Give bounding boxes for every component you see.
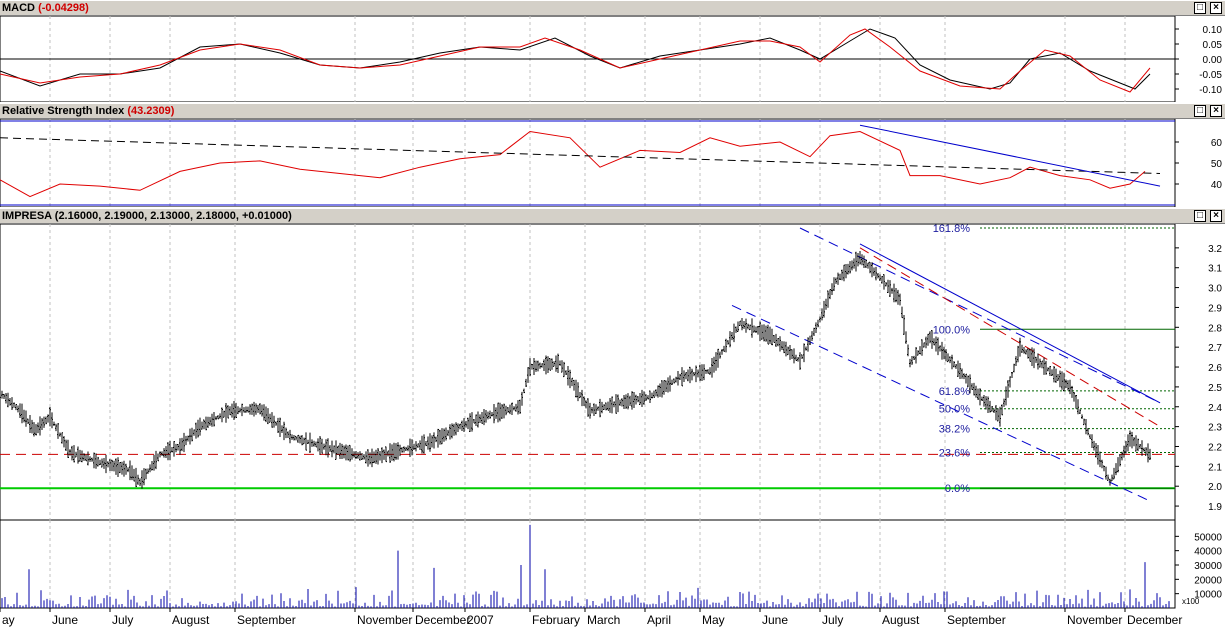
price-close-button[interactable]: × <box>1210 210 1222 222</box>
x-tick-label: February <box>532 613 580 627</box>
price-tick-label: 3.2 <box>1208 244 1222 255</box>
macd-tick-label: -0.05 <box>1199 70 1222 81</box>
x-tick-label: August <box>882 613 920 627</box>
volume-plot-frame <box>0 520 1176 609</box>
macd-tick-label: 0.05 <box>1203 40 1223 51</box>
volume-multiplier-label: x100 <box>1182 597 1200 606</box>
volume-tick-label: 40000 <box>1194 547 1222 558</box>
price-tick-label: 2.4 <box>1208 403 1222 414</box>
price-tick-label: 2.5 <box>1208 383 1222 394</box>
price-title: IMPRESA <box>2 210 52 222</box>
rsi-maximize-button[interactable]: □ <box>1194 105 1206 117</box>
rsi-title: Relative Strength Index <box>2 105 125 117</box>
price-tick-label: 3.1 <box>1208 264 1222 275</box>
rsi-plot-frame <box>0 119 1176 207</box>
x-tick-label: March <box>587 613 620 627</box>
fib-label: 161.8% <box>933 224 971 235</box>
x-tick-label: November <box>1067 613 1122 627</box>
volume-tick-label: 20000 <box>1194 575 1222 586</box>
macd-close-button[interactable]: × <box>1210 2 1222 14</box>
x-tick-label: April <box>647 613 671 627</box>
macd-tick-label: 0.00 <box>1203 55 1223 66</box>
macd-panel-title: MACD (-0.04298) □ × <box>0 0 1225 16</box>
price-tick-label: 2.8 <box>1208 323 1222 334</box>
rsi-value: (43.2309) <box>127 105 175 117</box>
fib-label: 38.2% <box>939 424 970 436</box>
x-tick-label: December <box>415 613 470 627</box>
x-tick-label: July <box>822 613 843 627</box>
price-tick-label: 2.0 <box>1208 482 1222 493</box>
rsi-tick-label: 50 <box>1211 159 1223 170</box>
fib-label: 100.0% <box>933 324 971 336</box>
fib-label: 0.0% <box>945 483 970 495</box>
x-tick-label: November <box>357 613 412 627</box>
volume-chart: 5000040000300002000010000x100ay June July A… <box>0 520 1222 627</box>
macd-title: MACD <box>2 2 35 14</box>
macd-tick-label: -0.10 <box>1199 85 1222 96</box>
macd-value: (-0.04298) <box>38 2 89 14</box>
x-tick-label: September <box>947 613 1006 627</box>
price-value: (2.16000, 2.19000, 2.13000, 2.18000, +0.… <box>54 210 292 222</box>
volume-tick-label: 30000 <box>1194 561 1222 572</box>
macd-maximize-button[interactable]: □ <box>1194 2 1206 14</box>
x-tick-label: July <box>112 613 133 627</box>
price-panel-title: IMPRESA (2.16000, 2.19000, 2.13000, 2.18… <box>0 208 1225 224</box>
macd-tick-label: 0.10 <box>1203 25 1223 36</box>
rsi-panel-title: Relative Strength Index (43.2309) □ × <box>0 103 1225 119</box>
price-tick-label: 2.6 <box>1208 363 1222 374</box>
x-tick-label: September <box>237 613 296 627</box>
price-tick-label: 3.0 <box>1208 284 1222 295</box>
x-tick-label: June <box>762 613 788 627</box>
price-chart: 161.8%100.0%61.8%50.0%38.2%23.6%0.0%3.23… <box>0 224 1222 520</box>
fib-label: 61.8% <box>939 386 970 398</box>
price-tick-label: 1.9 <box>1208 502 1222 513</box>
x-tick-label: 2007 <box>467 613 494 627</box>
x-tick-label: ay <box>2 613 15 627</box>
price-tick-label: 2.2 <box>1208 442 1222 453</box>
price-tick-label: 2.9 <box>1208 303 1222 314</box>
x-tick-label: May <box>702 613 725 627</box>
price-tick-label: 2.7 <box>1208 343 1222 354</box>
fib-label: 23.6% <box>939 447 970 459</box>
rsi-chart: 60 50 40 <box>0 119 1223 207</box>
x-tick-label: December <box>1127 613 1182 627</box>
price-tick-label: 2.3 <box>1208 423 1222 434</box>
price-maximize-button[interactable]: □ <box>1194 210 1206 222</box>
x-tick-label: August <box>172 613 210 627</box>
price-tick-label: 2.1 <box>1208 462 1222 473</box>
rsi-tick-label: 40 <box>1211 180 1223 191</box>
macd-chart: 0.10 0.05 0.00 -0.05 -0.10 <box>0 16 1223 102</box>
rsi-tick-label: 60 <box>1211 138 1223 149</box>
price-plot-frame <box>0 224 1176 520</box>
rsi-close-button[interactable]: × <box>1210 105 1222 117</box>
volume-tick-label: 50000 <box>1194 532 1222 543</box>
x-tick-label: June <box>52 613 78 627</box>
